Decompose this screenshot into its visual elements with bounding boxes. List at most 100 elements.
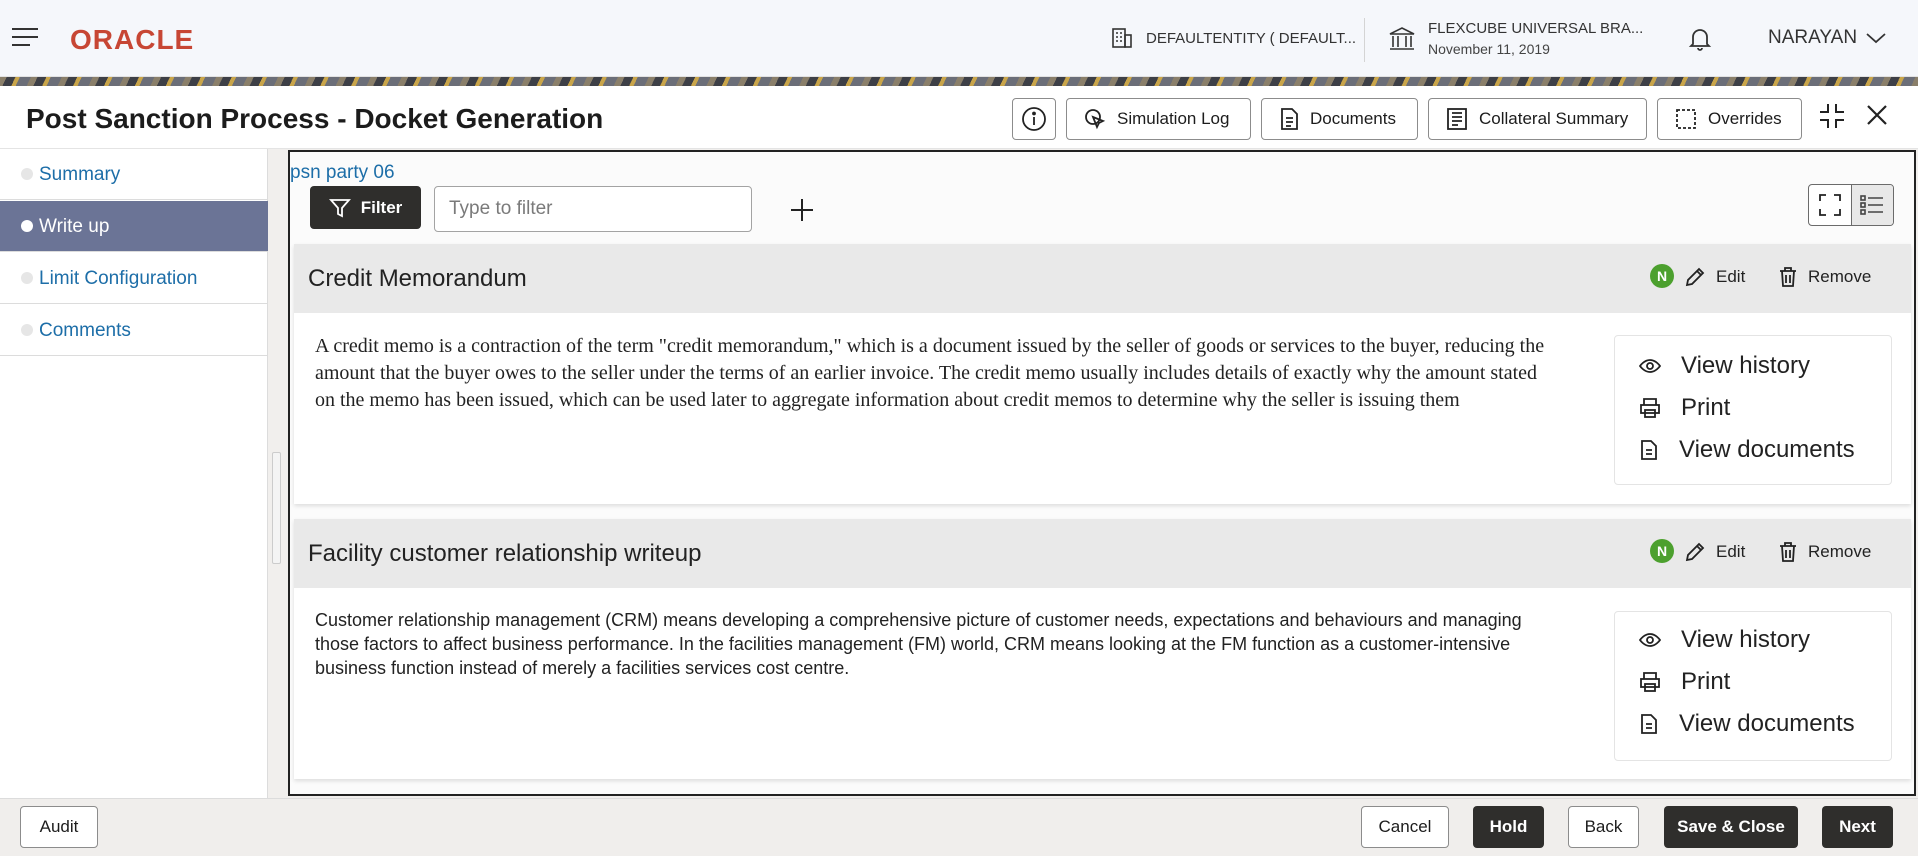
bank-icon [1389, 26, 1415, 50]
hold-button[interactable]: Hold [1473, 806, 1544, 848]
add-icon[interactable] [782, 190, 822, 230]
remove-label: Remove [1808, 267, 1872, 286]
overrides-button[interactable]: Overrides [1657, 98, 1802, 140]
filter-input[interactable] [434, 186, 752, 232]
remove-button[interactable]: Remove [1778, 541, 1871, 563]
info-icon [1022, 107, 1046, 131]
edit-label: Edit [1716, 267, 1746, 286]
nav-step-dot [21, 272, 33, 284]
title-bar: Post Sanction Process - Docket Generatio… [0, 86, 1918, 149]
card-title: Facility customer relationship writeup [308, 540, 702, 567]
documents-button[interactable]: Documents [1261, 98, 1418, 140]
view-history-label: View history [1681, 626, 1810, 653]
write-up-panel: psn party 06 Filter Credit Memorandum N … [288, 150, 1916, 796]
info-button[interactable] [1012, 98, 1056, 140]
card-text: A credit memo is a contraction of the te… [315, 335, 1545, 411]
collateral-summary-label: Collateral Summary [1479, 109, 1629, 128]
nav-item-label: Comments [39, 320, 131, 341]
edit-label: Edit [1716, 542, 1746, 561]
nav-item-write-up[interactable]: Write up [0, 201, 268, 252]
footer-bar: Audit Cancel Hold Back Save & Close Next [0, 798, 1918, 856]
document-icon [1281, 108, 1298, 130]
building-icon [1112, 28, 1132, 48]
user-menu[interactable]: NARAYAN [1768, 27, 1887, 49]
collateral-icon [1447, 108, 1467, 130]
oracle-logo: ORACLE [70, 24, 195, 55]
cancel-button[interactable]: Cancel [1361, 806, 1449, 848]
branch-date: November 11, 2019 [1428, 41, 1550, 57]
panel-resize-handle[interactable] [272, 452, 281, 564]
card-header: Facility customer relationship writeup N… [294, 519, 1911, 588]
nav-item-summary[interactable]: Summary [0, 149, 268, 200]
entity-name: DEFAULTENTITY ( DEFAULT... [1146, 29, 1357, 47]
print-action[interactable]: Print [1639, 668, 1730, 696]
nav-item-label: Limit Configuration [39, 268, 198, 289]
save-close-button[interactable]: Save & Close [1664, 806, 1798, 848]
view-history-action[interactable]: View history [1639, 352, 1810, 380]
remove-label: Remove [1808, 542, 1872, 561]
filter-icon [328, 198, 351, 217]
branch-name: FLEXCUBE UNIVERSAL BRA... [1428, 20, 1644, 37]
collateral-summary-button[interactable]: Collateral Summary [1428, 98, 1647, 140]
printer-icon [1640, 672, 1660, 692]
writeup-card-facility-crm: Facility customer relationship writeup N… [294, 519, 1911, 779]
view-toggle [1808, 184, 1894, 226]
header-divider [1364, 18, 1365, 62]
audit-button[interactable]: Audit [20, 806, 98, 848]
back-button[interactable]: Back [1568, 806, 1639, 848]
print-action[interactable]: Print [1639, 394, 1730, 422]
eye-icon [1639, 359, 1661, 373]
status-badge: N [1650, 264, 1674, 288]
view-documents-action[interactable]: View documents [1639, 710, 1855, 738]
nav-item-label: Write up [39, 216, 110, 237]
decorative-banner-strip [0, 77, 1918, 86]
card-actions-menu: View history Print View documents [1614, 611, 1892, 761]
card-actions-menu: View history Print View documents [1614, 335, 1892, 485]
list-view-icon[interactable] [1851, 185, 1893, 225]
remove-button[interactable]: Remove [1778, 266, 1871, 288]
hamburger-menu-icon[interactable] [12, 28, 38, 48]
print-label: Print [1681, 394, 1731, 421]
writeup-card-credit-memorandum: Credit Memorandum N Edit Remove A credit… [294, 244, 1911, 504]
top-header: ORACLE DEFAULTENTITY ( DEFAULT... FLEXCU… [0, 0, 1918, 77]
trash-icon [1780, 267, 1796, 287]
nav-item-comments[interactable]: Comments [0, 305, 268, 356]
notifications-bell-icon[interactable] [1688, 26, 1712, 57]
expand-view-icon[interactable] [1809, 185, 1852, 225]
pencil-icon [1685, 542, 1705, 562]
nav-step-dot [21, 168, 33, 180]
cursor-click-icon [1085, 109, 1106, 130]
card-header: Credit Memorandum N Edit Remove [294, 244, 1911, 313]
nav-item-label: Summary [39, 164, 121, 185]
view-history-label: View history [1681, 352, 1810, 379]
edit-button[interactable]: Edit [1684, 266, 1745, 288]
overrides-label: Overrides [1708, 109, 1782, 128]
view-history-action[interactable]: View history [1639, 626, 1810, 654]
pencil-icon [1685, 267, 1705, 287]
nav-step-dot [21, 220, 33, 232]
nav-item-limit-configuration[interactable]: Limit Configuration [0, 253, 268, 304]
branch-selector[interactable]: FLEXCUBE UNIVERSAL BRA... November 11, 2… [1388, 20, 1643, 57]
documents-label: Documents [1310, 109, 1396, 128]
chevron-down-icon [1866, 33, 1886, 44]
filter-button[interactable]: Filter [310, 186, 421, 229]
card-title: Credit Memorandum [308, 265, 527, 292]
edit-button[interactable]: Edit [1684, 541, 1745, 563]
collapse-screen-icon[interactable] [1818, 102, 1846, 135]
overrides-icon [1676, 109, 1696, 129]
entity-selector[interactable]: DEFAULTENTITY ( DEFAULT... [1110, 26, 1356, 50]
left-navigation: Summary Write up Limit Configuration Com… [0, 149, 268, 799]
next-button[interactable]: Next [1822, 806, 1893, 848]
eye-icon [1639, 633, 1661, 647]
trash-icon [1780, 542, 1796, 562]
close-icon[interactable] [1864, 102, 1890, 133]
simulation-log-button[interactable]: Simulation Log [1066, 98, 1251, 140]
print-label: Print [1681, 668, 1731, 695]
simulation-log-label: Simulation Log [1117, 109, 1230, 128]
party-name-link[interactable]: psn party 06 [290, 162, 395, 184]
view-documents-label: View documents [1679, 436, 1855, 463]
page-title: Post Sanction Process - Docket Generatio… [26, 103, 604, 134]
view-documents-action[interactable]: View documents [1639, 436, 1855, 464]
nav-step-dot [21, 324, 33, 336]
user-name: NARAYAN [1768, 27, 1858, 48]
